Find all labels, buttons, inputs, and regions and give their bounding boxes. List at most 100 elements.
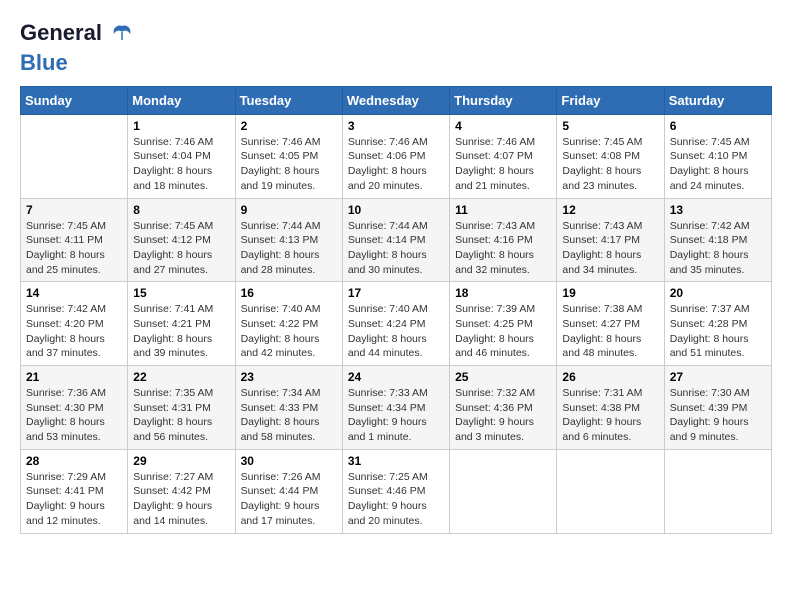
calendar-cell [21, 114, 128, 198]
day-number: 7 [26, 203, 122, 217]
calendar-cell: 6Sunrise: 7:45 AM Sunset: 4:10 PM Daylig… [664, 114, 771, 198]
calendar-cell: 8Sunrise: 7:45 AM Sunset: 4:12 PM Daylig… [128, 198, 235, 282]
calendar-cell: 30 Sunrise: 7:26 AM Sunset: 4:44 PM Dayli… [235, 449, 342, 533]
page-header: General Blue [20, 20, 772, 76]
day-number: 21 [26, 370, 122, 384]
calendar-table: SundayMondayTuesdayWednesdayThursdayFrid… [20, 86, 772, 534]
calendar-header-row: SundayMondayTuesdayWednesdayThursdayFrid… [21, 86, 772, 114]
calendar-cell [664, 449, 771, 533]
day-number: 4 [455, 119, 551, 133]
day-number: 20 [670, 286, 766, 300]
day-info: Sunrise: 7:45 AM Sunset: 4:11 PM Dayligh… [26, 219, 122, 278]
day-number: 19 [562, 286, 658, 300]
day-number: 18 [455, 286, 551, 300]
day-info: Sunrise: 7:33 AM Sunset: 4:34 PM Dayligh… [348, 386, 444, 445]
day-info: Sunrise: 7:39 AM Sunset: 4:25 PM Dayligh… [455, 302, 551, 361]
day-info: Sunrise: 7:38 AM Sunset: 4:27 PM Dayligh… [562, 302, 658, 361]
calendar-cell: 21Sunrise: 7:36 AM Sunset: 4:30 PM Dayli… [21, 366, 128, 450]
calendar-week-row: 21Sunrise: 7:36 AM Sunset: 4:30 PM Dayli… [21, 366, 772, 450]
day-info: Sunrise: 7:45 AM Sunset: 4:08 PM Dayligh… [562, 135, 658, 194]
day-info: Sunrise: 7:44 AM Sunset: 4:13 PM Dayligh… [241, 219, 337, 278]
calendar-cell [557, 449, 664, 533]
day-number: 29 [133, 454, 229, 468]
calendar-cell: 10 Sunrise: 7:44 AM Sunset: 4:14 PM Dayli… [342, 198, 449, 282]
calendar-header-monday: Monday [128, 86, 235, 114]
day-number: 12 [562, 203, 658, 217]
calendar-cell: 5 Sunrise: 7:45 AM Sunset: 4:08 PM Daylig… [557, 114, 664, 198]
day-number: 3 [348, 119, 444, 133]
calendar-cell: 31 Sunrise: 7:25 AM Sunset: 4:46 PM Dayli… [342, 449, 449, 533]
day-number: 23 [241, 370, 337, 384]
calendar-cell: 25 Sunrise: 7:32 AM Sunset: 4:36 PM Dayli… [450, 366, 557, 450]
calendar-cell: 19 Sunrise: 7:38 AM Sunset: 4:27 PM Dayli… [557, 282, 664, 366]
calendar-cell: 3 Sunrise: 7:46 AM Sunset: 4:06 PM Daylig… [342, 114, 449, 198]
logo: General Blue [20, 20, 136, 76]
day-number: 11 [455, 203, 551, 217]
calendar-cell: 9 Sunrise: 7:44 AM Sunset: 4:13 PM Daylig… [235, 198, 342, 282]
day-info: Sunrise: 7:40 AM Sunset: 4:24 PM Dayligh… [348, 302, 444, 361]
calendar-cell: 16 Sunrise: 7:40 AM Sunset: 4:22 PM Dayli… [235, 282, 342, 366]
calendar-cell: 4 Sunrise: 7:46 AM Sunset: 4:07 PM Daylig… [450, 114, 557, 198]
calendar-week-row: 28 Sunrise: 7:29 AM Sunset: 4:41 PM Dayli… [21, 449, 772, 533]
day-info: Sunrise: 7:46 AM Sunset: 4:06 PM Dayligh… [348, 135, 444, 194]
day-number: 14 [26, 286, 122, 300]
day-number: 15 [133, 286, 229, 300]
calendar-cell: 2 Sunrise: 7:46 AM Sunset: 4:05 PM Daylig… [235, 114, 342, 198]
day-info: Sunrise: 7:25 AM Sunset: 4:46 PM Dayligh… [348, 470, 444, 529]
day-number: 1 [133, 119, 229, 133]
calendar-week-row: 1 Sunrise: 7:46 AM Sunset: 4:04 PM Daylig… [21, 114, 772, 198]
day-info: Sunrise: 7:46 AM Sunset: 4:07 PM Dayligh… [455, 135, 551, 194]
day-info: Sunrise: 7:44 AM Sunset: 4:14 PM Dayligh… [348, 219, 444, 278]
day-info: Sunrise: 7:37 AM Sunset: 4:28 PM Dayligh… [670, 302, 766, 361]
day-info: Sunrise: 7:45 AM Sunset: 4:12 PM Dayligh… [133, 219, 229, 278]
day-number: 2 [241, 119, 337, 133]
calendar-body: 1 Sunrise: 7:46 AM Sunset: 4:04 PM Daylig… [21, 114, 772, 533]
calendar-cell: 11 Sunrise: 7:43 AM Sunset: 4:16 PM Dayli… [450, 198, 557, 282]
day-number: 6 [670, 119, 766, 133]
day-number: 10 [348, 203, 444, 217]
calendar-cell: 17 Sunrise: 7:40 AM Sunset: 4:24 PM Dayli… [342, 282, 449, 366]
calendar-week-row: 7 Sunrise: 7:45 AM Sunset: 4:11 PM Daylig… [21, 198, 772, 282]
day-number: 9 [241, 203, 337, 217]
calendar-cell: 12Sunrise: 7:43 AM Sunset: 4:17 PM Dayli… [557, 198, 664, 282]
day-number: 25 [455, 370, 551, 384]
day-number: 30 [241, 454, 337, 468]
day-info: Sunrise: 7:46 AM Sunset: 4:05 PM Dayligh… [241, 135, 337, 194]
calendar-cell: 18 Sunrise: 7:39 AM Sunset: 4:25 PM Dayli… [450, 282, 557, 366]
calendar-cell: 14Sunrise: 7:42 AM Sunset: 4:20 PM Dayli… [21, 282, 128, 366]
calendar-header-thursday: Thursday [450, 86, 557, 114]
day-number: 5 [562, 119, 658, 133]
calendar-week-row: 14Sunrise: 7:42 AM Sunset: 4:20 PM Dayli… [21, 282, 772, 366]
day-number: 26 [562, 370, 658, 384]
calendar-cell: 23 Sunrise: 7:34 AM Sunset: 4:33 PM Dayli… [235, 366, 342, 450]
day-info: Sunrise: 7:43 AM Sunset: 4:16 PM Dayligh… [455, 219, 551, 278]
calendar-cell: 26 Sunrise: 7:31 AM Sunset: 4:38 PM Dayli… [557, 366, 664, 450]
day-info: Sunrise: 7:32 AM Sunset: 4:36 PM Dayligh… [455, 386, 551, 445]
calendar-cell: 15Sunrise: 7:41 AM Sunset: 4:21 PM Dayli… [128, 282, 235, 366]
day-number: 27 [670, 370, 766, 384]
day-info: Sunrise: 7:46 AM Sunset: 4:04 PM Dayligh… [133, 135, 229, 194]
calendar-cell: 1 Sunrise: 7:46 AM Sunset: 4:04 PM Daylig… [128, 114, 235, 198]
day-number: 16 [241, 286, 337, 300]
day-number: 28 [26, 454, 122, 468]
calendar-cell: 29 Sunrise: 7:27 AM Sunset: 4:42 PM Dayli… [128, 449, 235, 533]
calendar-header-friday: Friday [557, 86, 664, 114]
day-info: Sunrise: 7:26 AM Sunset: 4:44 PM Dayligh… [241, 470, 337, 529]
day-info: Sunrise: 7:29 AM Sunset: 4:41 PM Dayligh… [26, 470, 122, 529]
day-number: 31 [348, 454, 444, 468]
day-number: 13 [670, 203, 766, 217]
logo-text: General Blue [20, 20, 136, 76]
day-info: Sunrise: 7:34 AM Sunset: 4:33 PM Dayligh… [241, 386, 337, 445]
day-info: Sunrise: 7:27 AM Sunset: 4:42 PM Dayligh… [133, 470, 229, 529]
calendar-cell [450, 449, 557, 533]
day-number: 22 [133, 370, 229, 384]
day-number: 17 [348, 286, 444, 300]
calendar-header-sunday: Sunday [21, 86, 128, 114]
day-info: Sunrise: 7:35 AM Sunset: 4:31 PM Dayligh… [133, 386, 229, 445]
calendar-cell: 24Sunrise: 7:33 AM Sunset: 4:34 PM Dayli… [342, 366, 449, 450]
day-info: Sunrise: 7:40 AM Sunset: 4:22 PM Dayligh… [241, 302, 337, 361]
day-info: Sunrise: 7:31 AM Sunset: 4:38 PM Dayligh… [562, 386, 658, 445]
calendar-cell: 22 Sunrise: 7:35 AM Sunset: 4:31 PM Dayli… [128, 366, 235, 450]
day-info: Sunrise: 7:42 AM Sunset: 4:18 PM Dayligh… [670, 219, 766, 278]
calendar-cell: 13 Sunrise: 7:42 AM Sunset: 4:18 PM Dayli… [664, 198, 771, 282]
